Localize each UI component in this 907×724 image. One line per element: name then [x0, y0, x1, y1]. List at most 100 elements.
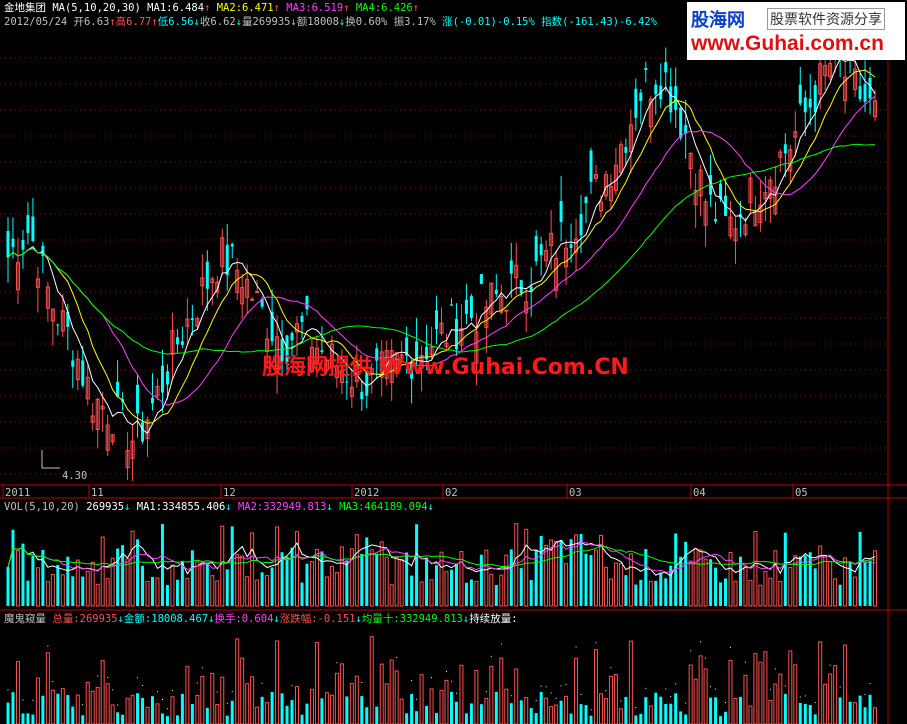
indicator-turnover: 换手:0.604: [214, 613, 274, 625]
indicator-bar-down: [669, 703, 673, 724]
indicator-bar-down: [300, 714, 304, 724]
volume-bar-up: [265, 575, 270, 607]
volume-bar-up: [35, 567, 40, 607]
indicator-bar-down: [190, 704, 194, 724]
indicator-avg: 均量十:332949.813: [361, 613, 463, 625]
volume-bar-up: [788, 566, 793, 607]
indicator-bar-up: [554, 704, 559, 724]
indicator-bar-up: [853, 702, 858, 724]
indicator-bar-up: [250, 676, 255, 724]
indicator-bar-up: [574, 657, 579, 724]
ma3-value: MA3:6.519: [286, 2, 344, 14]
indicator-bar-down: [539, 691, 543, 724]
indicator-dot: [7, 689, 9, 691]
indicator-bar-down: [71, 706, 75, 724]
indicator-bar-up: [489, 665, 494, 724]
vol-ma3: MA3:464189.094: [339, 501, 428, 513]
indicator-bar-up: [349, 683, 354, 724]
indicator-dot: [605, 689, 607, 691]
indicator-dot: [291, 685, 293, 687]
volume-bar-up: [100, 536, 105, 607]
indicator-dot: [396, 656, 398, 658]
indicator-bar-up: [275, 640, 280, 724]
indicator-bar-down: [345, 696, 349, 724]
indicator-bar-up: [379, 663, 384, 724]
indicator-dot: [137, 677, 139, 679]
low-marker-line: [41, 450, 60, 469]
indicator-bar-up: [793, 664, 798, 724]
indicator-bar-up: [828, 673, 833, 724]
indicator-bar-up: [295, 686, 300, 724]
volume-bar-down: [180, 560, 184, 606]
volume-bar-up: [250, 532, 255, 607]
volume-bars[interactable]: [6, 523, 878, 607]
volume-bar-up: [419, 581, 424, 607]
indicator-bar-down: [719, 716, 723, 724]
volume-bar-down: [11, 529, 15, 606]
indicator-name: 魔鬼窥量: [4, 613, 46, 625]
candle-body-down: [435, 310, 439, 330]
indicator-dot: [839, 686, 841, 688]
indicator-bar-down: [320, 698, 324, 724]
volume-bar-up: [309, 561, 314, 607]
volume-bar-up: [210, 575, 215, 607]
volume-bar-down: [415, 524, 419, 606]
arrow-down-icon: ↓: [427, 501, 434, 513]
indicator-dot: [166, 708, 168, 710]
change-value: 涨(-0.01)-0.15%: [442, 16, 535, 28]
indicator-dot: [829, 664, 831, 666]
indicator-bar-down: [136, 693, 140, 724]
logo-url[interactable]: www.Guhai.com.cn: [691, 32, 884, 56]
high-label: 高: [115, 16, 127, 28]
indicator-bar-down: [121, 714, 125, 724]
volume-bar-up: [833, 578, 838, 607]
volume-bar-up: [763, 571, 768, 607]
volume-bar-down: [305, 563, 309, 606]
volume-bar-up: [235, 554, 240, 607]
volume-bar-up: [853, 576, 858, 607]
volume-bar-up: [743, 566, 748, 607]
indicator-bar-down: [584, 705, 588, 724]
indicator-bar-up: [15, 661, 20, 724]
indicator-bar-down: [11, 692, 15, 724]
candlestick-series[interactable]: [6, 23, 878, 482]
candle-body-down: [449, 304, 453, 306]
indicator-bar-up: [873, 707, 878, 724]
volume-bar-down: [449, 569, 453, 606]
indicator-bar-up: [688, 664, 693, 724]
candle-body-down: [519, 280, 523, 294]
indicator-bar-up: [394, 670, 399, 724]
indicator-bar-up: [45, 652, 50, 724]
indicator-bar-up: [155, 703, 160, 724]
volume-bar-up: [334, 572, 339, 607]
indicator-bars[interactable]: [6, 636, 878, 724]
indicator-dot: [725, 702, 727, 704]
volume-bar-down: [519, 568, 523, 606]
indicator-bar-up: [100, 660, 105, 724]
indicator-bar-down: [375, 706, 379, 724]
indicator-dot: [675, 683, 677, 685]
site-logo[interactable]: 股海网 股票软件资源分享 www.Guhai.com.cn: [687, 2, 905, 60]
indicator-bar-down: [783, 693, 787, 724]
indicator-bar-up: [145, 706, 150, 724]
indicator-dot: [47, 645, 49, 647]
candle-body-up: [504, 309, 509, 312]
indicator-dot: [700, 641, 702, 643]
indicator-bar-down: [858, 695, 862, 724]
indicator-bar-up: [439, 689, 444, 724]
indicator-bar-up: [90, 690, 95, 724]
indicator-bar-down: [589, 715, 593, 724]
volume-bar-up: [384, 556, 389, 607]
indicator-bar-up: [125, 697, 130, 724]
indicator-bar-down: [529, 708, 533, 724]
indicator-bar-down: [798, 702, 802, 724]
indicator-dot: [710, 686, 712, 688]
indicator-bar-up: [544, 697, 549, 724]
arrow-down-icon: ↓: [326, 501, 333, 513]
ma4-value: MA4:6.426: [355, 2, 413, 14]
indicator-bar-down: [415, 711, 419, 724]
indicator-dot: [450, 680, 452, 682]
indicator-bar-down: [494, 691, 498, 724]
indicator-dot: [32, 699, 34, 701]
indicator-bar-down: [519, 700, 523, 724]
